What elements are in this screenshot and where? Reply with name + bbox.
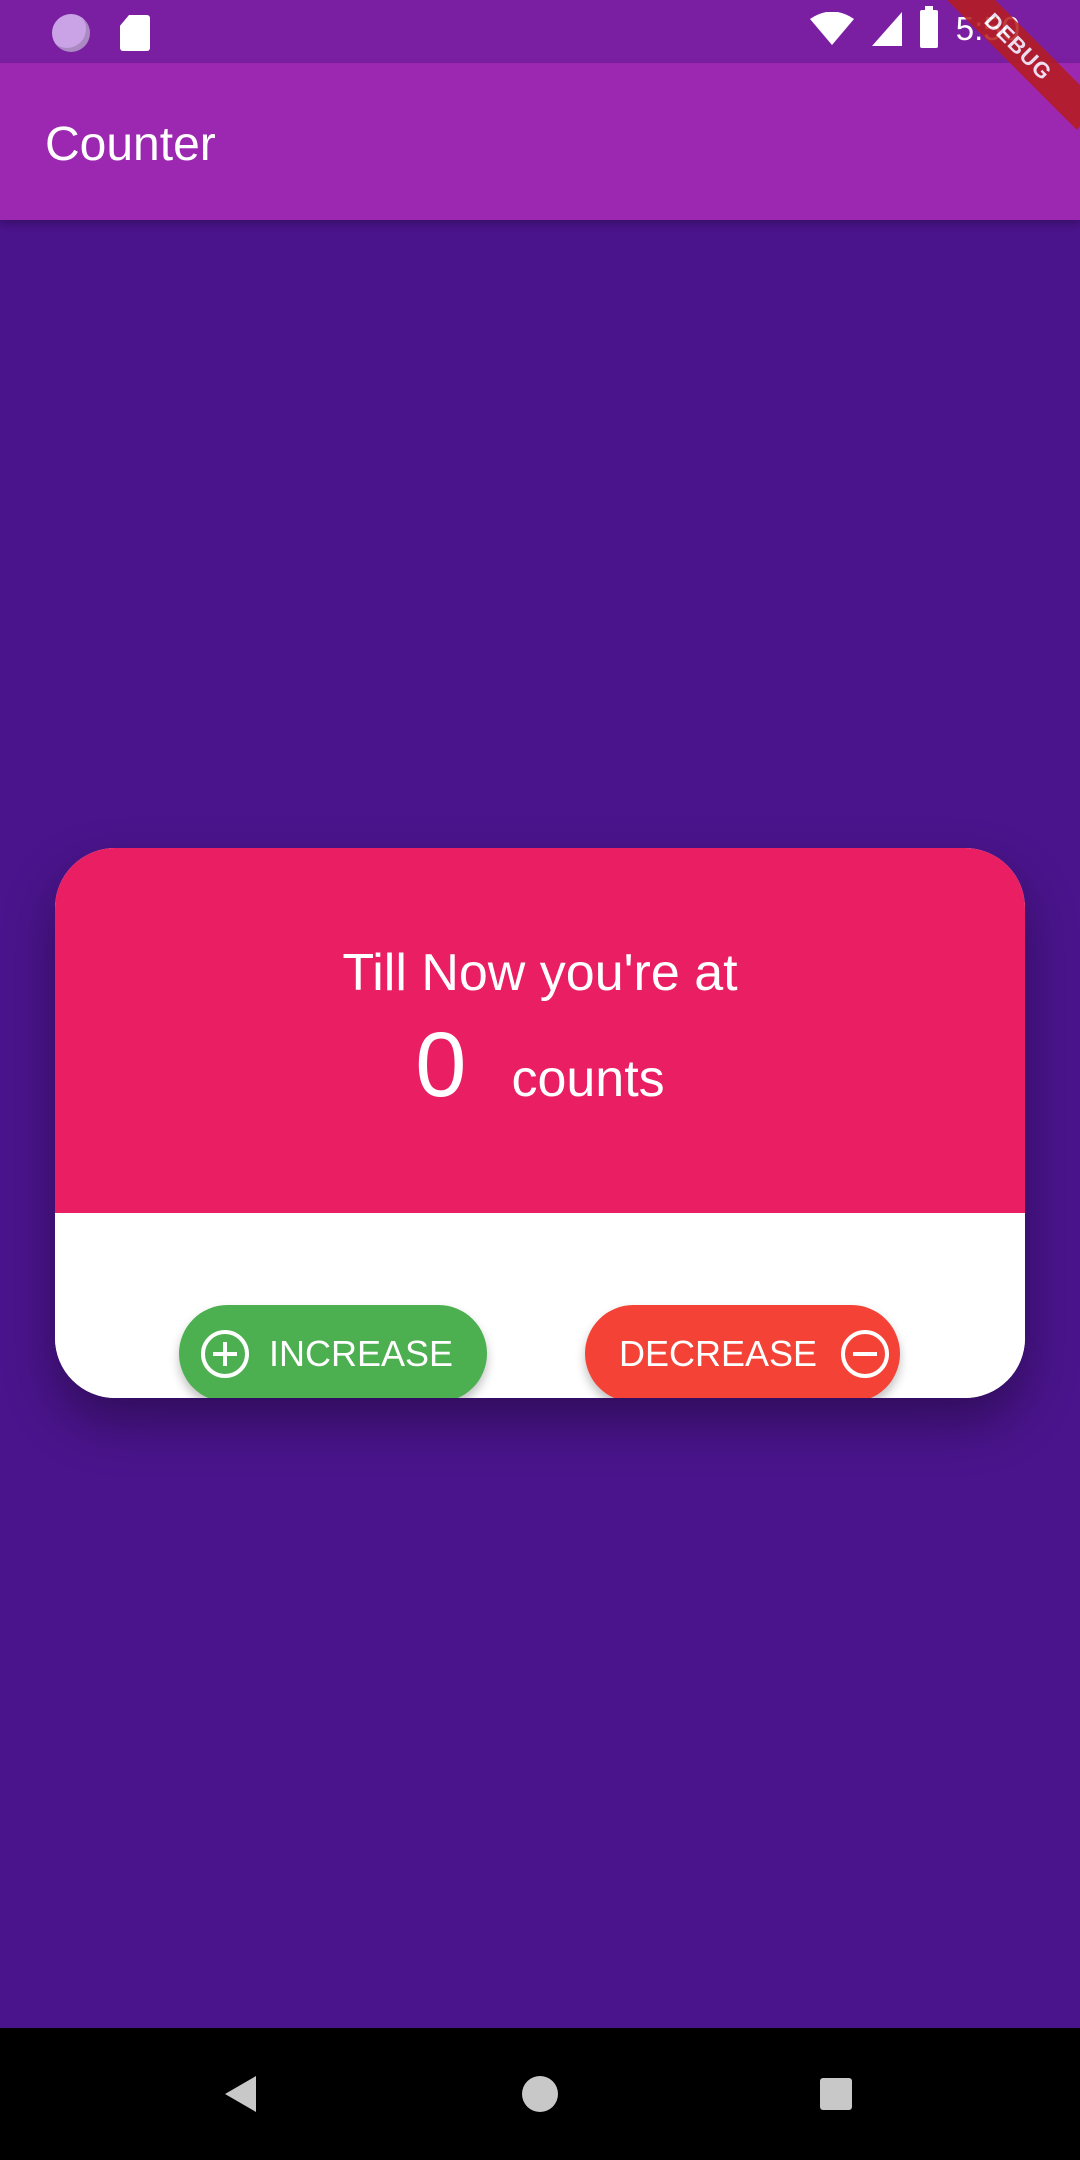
app-bar: Counter	[0, 63, 1080, 220]
increase-label: INCREASE	[269, 1332, 454, 1374]
add-circle-icon	[201, 1329, 249, 1378]
page-title: Counter	[45, 118, 216, 171]
remove-circle-icon	[841, 1329, 890, 1378]
wifi-icon	[809, 12, 854, 45]
counter-card: Till Now you're at 0 counts INCREASE DEC…	[55, 848, 1025, 1398]
counter-headline: Till Now you're at	[342, 944, 738, 1002]
battery-icon	[919, 6, 938, 48]
navigation-bar	[0, 2028, 1080, 2160]
count-unit: counts	[511, 1050, 665, 1108]
decrease-button[interactable]: DECREASE	[585, 1305, 900, 1398]
counter-display: Till Now you're at 0 counts	[55, 848, 1025, 1213]
recents-icon[interactable]	[820, 2078, 852, 2110]
decrease-label: DECREASE	[619, 1332, 818, 1374]
home-icon[interactable]	[522, 2076, 558, 2112]
signal-icon	[871, 12, 902, 46]
status-bar: 5:50	[0, 0, 1080, 63]
sd-card-icon	[120, 15, 150, 51]
notification-circle-icon	[52, 14, 90, 52]
increase-button[interactable]: INCREASE	[179, 1305, 487, 1398]
count-row: 0 counts	[55, 1013, 1025, 1118]
count-value: 0	[415, 1014, 467, 1116]
back-icon[interactable]	[225, 2076, 256, 2112]
counter-actions: INCREASE DECREASE	[55, 1213, 1025, 1398]
